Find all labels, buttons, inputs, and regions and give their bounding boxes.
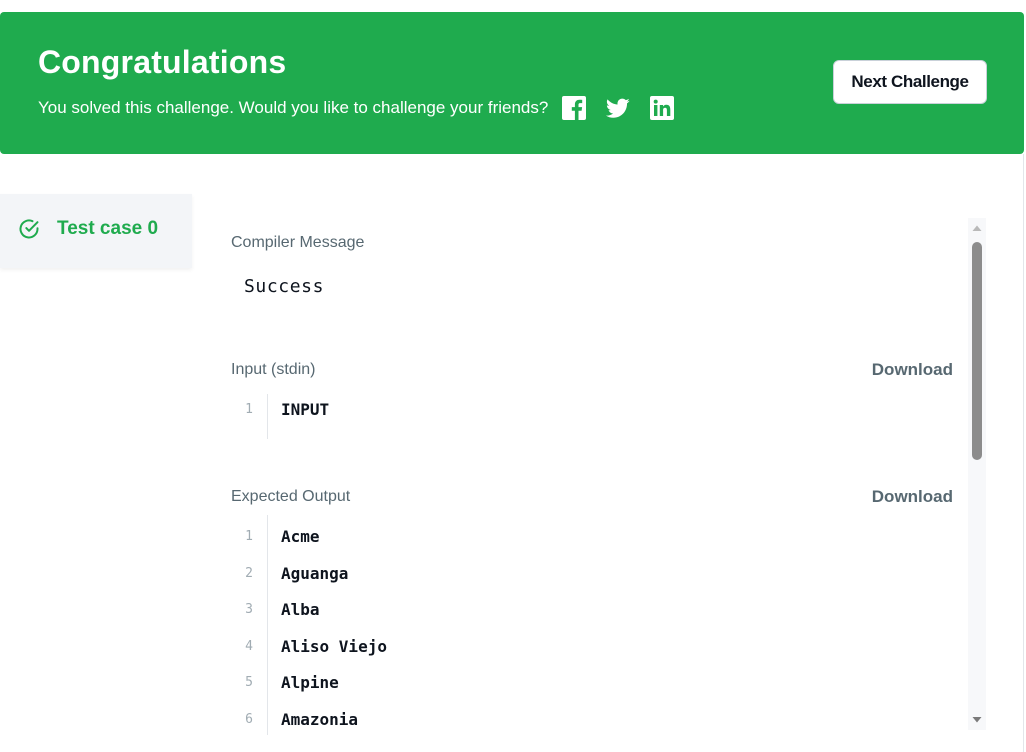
banner-subtitle: You solved this challenge. Would you lik…: [38, 98, 549, 117]
line-number: 5: [245, 675, 253, 690]
line-text: Aguanga: [281, 563, 349, 583]
line-text: Alba: [281, 600, 320, 619]
line-number: 1: [245, 402, 253, 417]
linkedin-icon[interactable]: [650, 96, 675, 120]
input-download-link[interactable]: Download: [872, 360, 953, 380]
line-number: 6: [245, 711, 253, 727]
test-result-panel: Compiler Message Success Input (stdin) D…: [231, 214, 953, 735]
next-challenge-button[interactable]: Next Challenge: [833, 60, 987, 104]
facebook-icon[interactable]: [562, 96, 587, 120]
page: Congratulations You solved this challeng…: [0, 0, 1026, 752]
code-line: 4 Aliso Viejo: [231, 631, 953, 668]
results-scrollbar[interactable]: [968, 218, 986, 730]
twitter-icon[interactable]: [606, 96, 630, 120]
line-text: INPUT: [281, 400, 330, 419]
expected-download-link[interactable]: Download: [872, 487, 953, 507]
test-case-label: Test case 0: [57, 218, 159, 239]
social-share-icons: [562, 96, 694, 120]
code-line: 6 Amazonia: [231, 704, 953, 741]
expected-code-block: 1 Acme 2 Aguanga 3 Alba 4 Aliso Viejo 5 …: [231, 515, 953, 740]
input-code-block: 1 INPUT: [231, 394, 953, 439]
line-number: 4: [245, 638, 253, 654]
line-text: Amazonia: [281, 709, 359, 729]
line-text: Acme: [281, 527, 320, 546]
code-line: 2 Aguanga: [231, 558, 953, 595]
scroll-down-arrow-icon[interactable]: [971, 714, 983, 726]
check-circle-icon: [19, 219, 39, 239]
line-number: 1: [245, 529, 253, 544]
test-case-sidebar: Test case 0: [0, 194, 192, 268]
input-label: Input (stdin): [231, 361, 316, 378]
code-line: 3 Alba: [231, 594, 953, 631]
code-line: 1 INPUT: [231, 394, 953, 431]
success-banner: Congratulations You solved this challeng…: [0, 12, 1024, 154]
compiler-message-label: Compiler Message: [231, 234, 365, 251]
line-text: Aliso Viejo: [281, 636, 387, 656]
panel-border: [1023, 154, 1024, 752]
test-case-tab-0[interactable]: Test case 0: [18, 218, 158, 240]
code-line: 1 Acme: [231, 515, 953, 558]
line-number: 2: [245, 565, 253, 581]
line-text: Alpine: [281, 673, 339, 692]
code-line: 5 Alpine: [231, 667, 953, 704]
banner-title: Congratulations: [38, 44, 287, 80]
scroll-up-arrow-icon[interactable]: [971, 222, 983, 234]
expected-output-label: Expected Output: [231, 488, 351, 505]
compiler-message-text: Success: [244, 276, 325, 297]
scrollbar-thumb[interactable]: [972, 242, 982, 460]
banner-subtitle-row: You solved this challenge. Would you lik…: [38, 96, 694, 120]
line-number: 3: [245, 602, 253, 617]
